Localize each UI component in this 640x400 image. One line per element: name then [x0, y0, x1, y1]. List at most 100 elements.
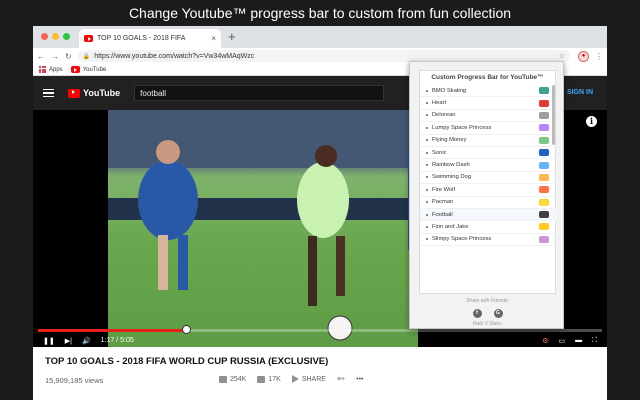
fullscreen-icon[interactable]: ⛶ [592, 337, 597, 345]
bullet-icon [426, 225, 428, 228]
info-icon[interactable]: i [586, 116, 597, 127]
browser-window: TOP 10 GOALS - 2018 FIFA × + ← → ↻ 🔒 htt… [33, 26, 607, 400]
like-button[interactable]: 254K [219, 375, 247, 383]
extension-title: Custom Progress Bar for YouTube™ [431, 74, 544, 81]
youtube-icon [70, 66, 80, 73]
bookmark-star-icon[interactable]: ☆ [559, 52, 565, 60]
theater-mode-icon[interactable]: ▬ [575, 337, 582, 344]
progress-bar-preview-icon [539, 124, 549, 132]
progress-bar-preview-icon [539, 99, 549, 107]
youtube-favicon-icon [84, 35, 93, 42]
close-window-button[interactable] [41, 33, 48, 40]
progress-bar-option[interactable]: Slimpy Space Princess [420, 234, 557, 247]
hamburger-menu-icon[interactable] [43, 88, 54, 98]
dislike-count: 17K [268, 375, 281, 383]
progress-bar-preview-icon [539, 161, 549, 169]
progress-bar-option[interactable]: Delorean [420, 110, 557, 123]
browser-menu-icon[interactable]: ⋮ [595, 52, 603, 61]
like-count: 254K [230, 375, 247, 383]
more-actions-icon[interactable]: ••• [356, 376, 363, 383]
progress-bar-preview-icon [539, 87, 549, 95]
progress-bar-option-label: Slimpy Space Princess [432, 236, 492, 243]
progress-bar-option[interactable]: Rainbow Dash [420, 159, 557, 172]
progress-bar-option-label: Swimming Dog [432, 174, 471, 181]
thumbs-up-icon [219, 375, 227, 383]
miniplayer-icon[interactable]: ▭ [558, 337, 565, 345]
progress-bar-option[interactable]: Fire Wolf [420, 184, 557, 197]
dislike-button[interactable]: 17K [257, 375, 281, 383]
bookmark-apps-label: Apps [49, 66, 63, 73]
player-controls: ❚❚ ▶| 🔊 1:17 / 5:05 ⚙ ▭ ▬ ⛶ [33, 334, 607, 347]
progress-bar-option-label: Heart [432, 100, 447, 107]
search-input[interactable]: football [134, 85, 385, 101]
add-to-playlist-icon[interactable]: ≡+ [337, 376, 345, 383]
progress-bar-option-label: Rainbow Dash [432, 162, 470, 169]
progress-bar-preview-icon [539, 211, 549, 219]
bullet-icon [426, 102, 428, 105]
view-count: 15,909,185 views [45, 376, 104, 385]
minimize-window-button[interactable] [52, 33, 59, 40]
sign-in-button[interactable]: SIGN IN [567, 89, 593, 96]
progress-bar-option-label: Flying Money [432, 137, 467, 144]
bullet-icon [426, 139, 428, 142]
progress-bar-option[interactable]: BMO Skating [420, 85, 557, 98]
video-info: TOP 10 GOALS - 2018 FIFA WORLD CUP RUSSI… [33, 347, 607, 400]
progress-fill [38, 329, 187, 332]
progress-bar-option[interactable]: Heart [420, 97, 557, 110]
video-frame[interactable] [108, 110, 418, 347]
google-plus-share-icon[interactable]: G [493, 309, 503, 318]
bullet-icon [426, 89, 428, 92]
video-progress-bar[interactable] [38, 325, 602, 334]
bookmark-apps[interactable]: Apps [39, 66, 63, 73]
progress-bar-option[interactable]: Sonic [420, 147, 557, 160]
next-icon[interactable]: ▶| [65, 337, 72, 345]
bullet-icon [426, 188, 428, 191]
thumbs-down-icon [257, 375, 266, 383]
progress-bar-preview-icon [539, 235, 549, 243]
share-button[interactable]: SHARE [291, 375, 326, 383]
progress-bar-option[interactable]: Finn and Jake [420, 221, 557, 234]
extension-popup: Custom Progress Bar for YouTube™ BMO Ska… [409, 61, 564, 329]
bullet-icon [426, 213, 428, 216]
bookmark-youtube[interactable]: YouTube [70, 66, 106, 73]
promo-banner-text: Change Youtube™ progress bar to custom f… [128, 5, 512, 21]
facebook-share-icon[interactable]: f [472, 309, 482, 318]
settings-gear-icon[interactable]: ⚙ [542, 337, 548, 345]
progress-bar-preview-icon [539, 198, 549, 206]
progress-bar-option-label: Delorean [432, 112, 456, 119]
tab-youtube[interactable]: TOP 10 GOALS - 2018 FIFA × [79, 29, 221, 48]
progress-bar-option-label: Sonic [432, 149, 447, 156]
progress-bar-preview-icon [539, 186, 549, 194]
volume-icon[interactable]: 🔊 [82, 337, 91, 345]
forward-icon[interactable]: → [51, 52, 59, 61]
bullet-icon [426, 201, 428, 204]
youtube-logo[interactable]: YouTube [68, 88, 120, 98]
progress-bar-option-label: Fire Wolf [432, 186, 456, 193]
back-icon[interactable]: ← [37, 52, 45, 61]
progress-bar-option-label: Pacman [432, 199, 454, 206]
progress-bar-option[interactable]: Lumpy Space Princess [420, 122, 557, 135]
progress-bar-extension-icon[interactable]: ● [578, 50, 589, 62]
progress-bar-option[interactable]: Football [420, 208, 557, 222]
pause-icon[interactable]: ❚❚ [43, 337, 55, 345]
progress-bar-option[interactable]: Pacman [420, 197, 557, 209]
progress-bar-option-label: Football [432, 211, 453, 218]
bullet-icon [426, 238, 428, 241]
progress-bar-option-label: BMO Skating [432, 87, 467, 94]
progress-bar-preview-icon [539, 149, 549, 157]
list-scrollbar[interactable] [552, 85, 555, 145]
progress-bar-option-label: Finn and Jake [432, 223, 469, 230]
new-tab-button[interactable]: + [228, 29, 236, 44]
bullet-icon [426, 176, 428, 179]
progress-bar-option-label: Lumpy Space Princess [432, 124, 492, 131]
maximize-window-button[interactable] [63, 33, 70, 40]
video-title: TOP 10 GOALS - 2018 FIFA WORLD CUP RUSSI… [45, 356, 329, 367]
progress-bar-option[interactable]: Flying Money [420, 135, 557, 147]
progress-bar-option[interactable]: Swimming Dog [420, 172, 557, 185]
rate-label: Rate 5 Stars: [472, 321, 503, 327]
progress-bar-list[interactable]: BMO Skating Heart Delorean Lumpy Space Prin… [420, 85, 557, 293]
reload-icon[interactable]: ↻ [65, 52, 72, 61]
tab-close-icon[interactable]: × [211, 34, 216, 43]
bullet-icon [426, 164, 428, 167]
share-buttons: f G [410, 309, 565, 318]
